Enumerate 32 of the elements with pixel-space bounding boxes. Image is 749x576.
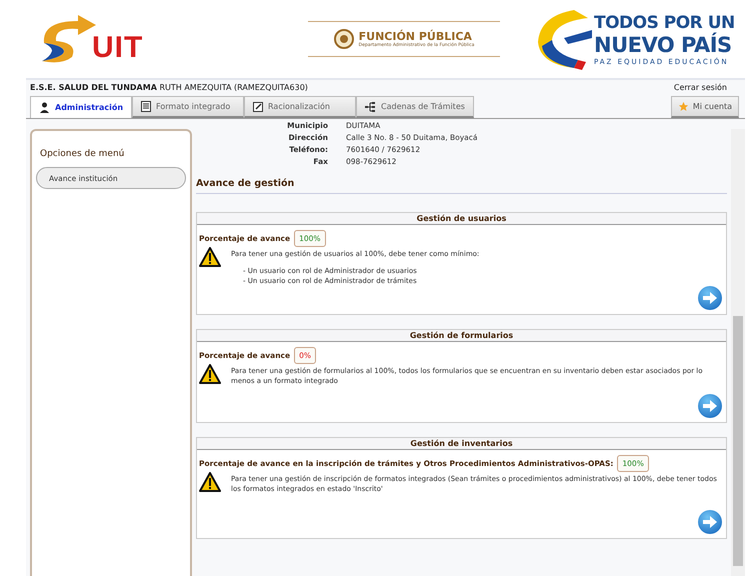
logout-link[interactable]: Cerrar sesión <box>674 83 727 92</box>
arrow-right-icon <box>703 400 717 412</box>
hierarchy-icon <box>365 102 376 112</box>
arrow-right-icon <box>703 516 717 528</box>
sidebar-title: Opciones de menú <box>40 149 126 159</box>
panel-title: Gestión de formularios <box>197 330 726 342</box>
warning-icon <box>199 247 221 267</box>
scrollbar-thumb[interactable] <box>733 316 743 566</box>
document-icon <box>141 101 152 112</box>
edit-icon <box>253 102 264 112</box>
warning-icon <box>199 364 221 384</box>
nav-tab[interactable]: Administración <box>30 96 132 118</box>
panel-title: Gestión de inventarios <box>197 438 726 450</box>
user-icon <box>39 102 50 113</box>
warning-icon <box>199 472 221 492</box>
next-button[interactable] <box>698 286 722 310</box>
star-icon <box>678 101 689 112</box>
logo-text: UIT <box>92 31 144 65</box>
panel-title: Gestión de usuarios <box>197 213 726 225</box>
next-button[interactable] <box>698 510 722 534</box>
nav-tab[interactable]: Racionalización <box>244 96 356 118</box>
arrow-right-icon <box>703 292 717 304</box>
nav-tab[interactable]: Cadenas de Trámites <box>356 96 474 118</box>
slogan-line: TODOS POR UN <box>594 12 735 32</box>
agency-name: FUNCIÓN PÚBLICA <box>358 30 472 43</box>
section-title: Avance de gestión <box>196 178 727 194</box>
slogan-line: NUEVO PAÍS <box>594 32 733 56</box>
user-info: E.S.E. SALUD DEL TUNDAMA RUTH AMEZQUITA (RAMEZQUITA630) <box>30 83 308 92</box>
nav-tab[interactable]: Formato integrado <box>132 96 244 118</box>
account-button[interactable]: Mi cuenta <box>670 96 739 118</box>
next-button[interactable] <box>698 394 722 418</box>
emblem-icon <box>334 29 354 49</box>
